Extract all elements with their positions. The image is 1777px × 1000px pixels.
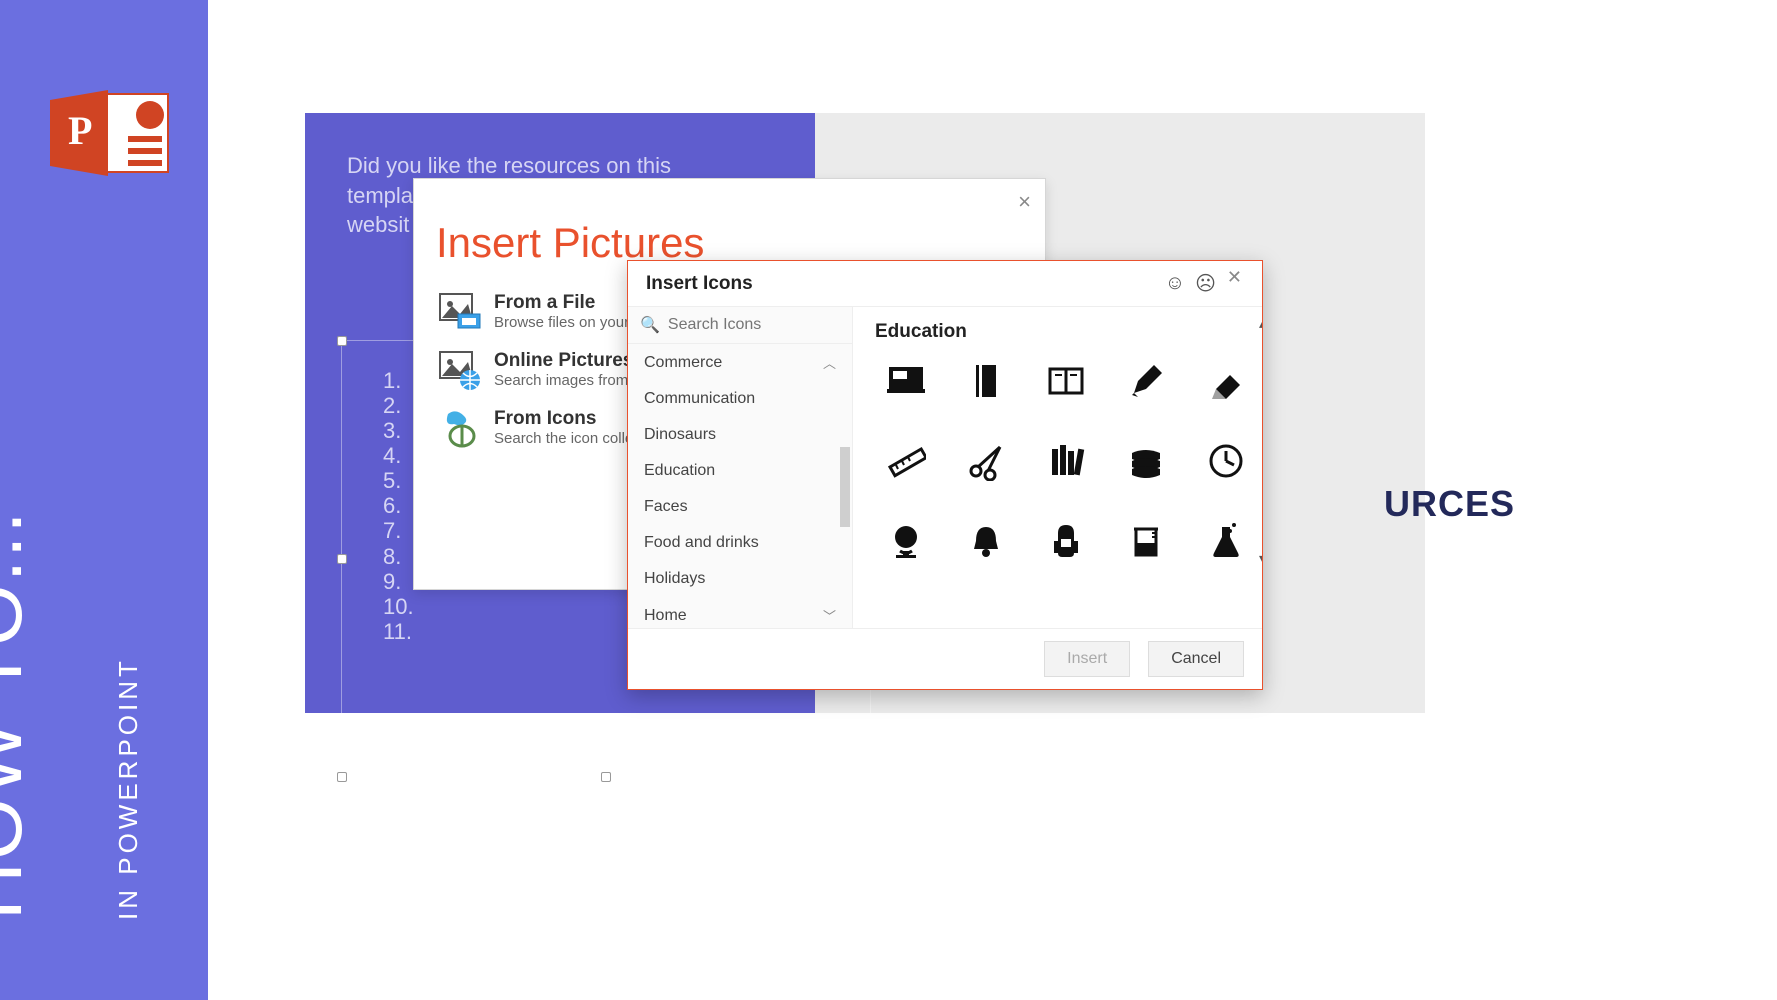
feedback-happy-icon[interactable]: ☺ [1165,272,1185,295]
insert-icons-dialog: ✕ Insert Icons ☺ ☹ 🔍 Commerce︿ Communica… [627,260,1263,690]
category-faces[interactable]: Faces [628,489,852,525]
file-picture-icon [438,292,482,332]
open-book-icon[interactable] [1035,355,1097,407]
close-icon[interactable]: × [1018,189,1031,215]
search-row[interactable]: 🔍 [628,307,852,344]
category-holidays[interactable]: Holidays [628,561,852,597]
category-communication[interactable]: Communication [628,381,852,417]
scissors-icon[interactable] [955,435,1017,487]
category-home[interactable]: Home﹀ [628,597,852,628]
category-sidebar: 🔍 Commerce︿ Communication Dinosaurs Educ… [628,307,853,628]
option-online-label: Online Pictures [494,350,641,372]
insert-icons-title: Insert Icons [646,273,753,295]
category-education[interactable]: Education [628,453,852,489]
scroll-down-icon[interactable]: ▾ [1255,551,1262,565]
library-icon[interactable] [1035,435,1097,487]
selected-category-title: Education [875,321,1257,343]
howto-subtitle: IN POWERPOINT [113,657,144,920]
scroll-up-icon[interactable]: ▴ [1255,317,1262,331]
insert-button[interactable]: Insert [1044,641,1130,677]
feedback-sad-icon[interactable]: ☹ [1195,271,1216,296]
background-resources-text: URCES [1384,483,1515,525]
option-icons-label: From Icons [494,408,641,430]
globe-icon[interactable] [875,515,937,567]
category-commerce[interactable]: Commerce︿ [628,344,852,381]
howto-title: HOW TO... [0,509,40,920]
icon-panel: Education ▴ ▾ [853,307,1262,628]
svg-text:P: P [68,108,92,153]
close-icon[interactable]: ✕ [1219,259,1250,296]
numbered-list: 1. 2. 3. 4. 5. 6. 7. 8. 9. 10. 11. [383,368,414,644]
bell-icon[interactable] [955,515,1017,567]
powerpoint-logo-icon: P [50,88,174,178]
category-dinosaurs[interactable]: Dinosaurs [628,417,852,453]
pencil-icon[interactable] [1115,355,1177,407]
eraser-icon[interactable] [1195,355,1257,407]
beaker-icon[interactable] [1115,515,1177,567]
chalkboard-icon[interactable] [875,355,937,407]
flask-icon[interactable] [1195,515,1257,567]
ruler-icon[interactable] [875,435,937,487]
option-from-file-desc: Browse files on your c [494,314,641,331]
chevron-up-icon: ︿ [823,353,836,372]
cancel-button[interactable]: Cancel [1148,641,1244,677]
category-food-and-drinks[interactable]: Food and drinks [628,525,852,561]
online-picture-icon [438,350,482,390]
search-icon: 🔍 [640,315,660,335]
icon-scrollbar[interactable]: ▴ ▾ [1255,317,1262,567]
search-input[interactable] [668,316,875,334]
from-icons-icon [438,408,482,448]
category-scrollbar[interactable] [840,447,850,527]
option-icons-desc: Search the icon collec [494,430,641,447]
clock-icon[interactable] [1195,435,1257,487]
stacked-books-icon[interactable] [1115,435,1177,487]
left-brand-band: P HOW TO... IN POWERPOINT [0,0,208,1000]
option-online-desc: Search images from o [494,372,641,389]
chevron-down-icon: ﹀ [823,606,836,625]
backpack-icon[interactable] [1035,515,1097,567]
option-from-file-label: From a File [494,292,641,314]
notebook-icon[interactable] [955,355,1017,407]
